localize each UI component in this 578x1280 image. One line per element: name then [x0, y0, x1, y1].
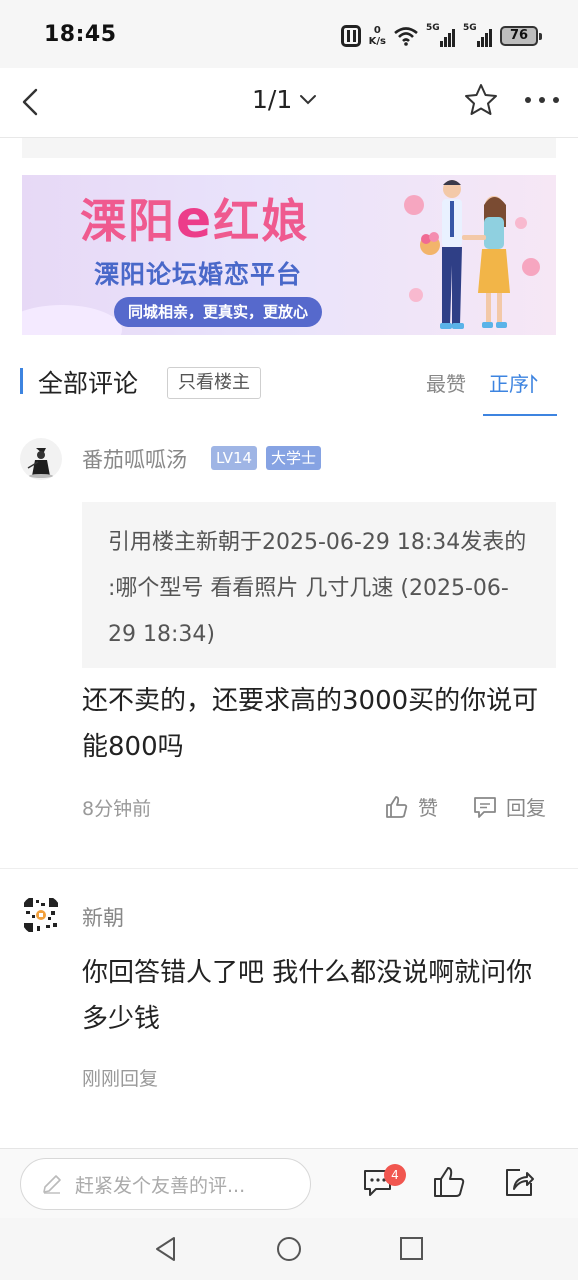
like-label: 赞	[418, 796, 438, 820]
comment-username[interactable]: 番茄呱呱汤	[82, 444, 187, 474]
banner-title: 溧阳e红娘	[80, 185, 309, 251]
star-icon[interactable]	[462, 81, 500, 119]
home-circle-icon[interactable]	[275, 1235, 303, 1263]
bottom-action-bar: 赶紧发个友善的评... 4	[0, 1148, 578, 1218]
level-badge: LV14	[211, 446, 258, 470]
ad-banner[interactable]: 溧阳e红娘 溧阳论坛婚恋平台 同城相亲，更真实，更放心	[22, 175, 556, 335]
comment-input-placeholder: 赶紧发个友善的评...	[75, 1174, 246, 1197]
status-icons: 0 K/s 5G 5G 76	[340, 22, 542, 50]
avatar[interactable]	[20, 894, 62, 936]
banner-subtitle: 溧阳论坛婚恋平台	[94, 260, 303, 289]
top-nav-bar: 1/1	[0, 68, 578, 138]
more-icon[interactable]	[522, 90, 562, 110]
sim2-label: 5G	[463, 23, 477, 33]
comment-username[interactable]: 新朝	[82, 902, 124, 932]
thumb-up-icon	[386, 795, 408, 818]
quoted-post[interactable]: 引用楼主新朝于2025-06-29 18:34发表的 :哪个型号 看看照片 几寸…	[82, 502, 556, 668]
banner-title-e: e	[176, 190, 214, 250]
like-button[interactable]: 赞	[384, 792, 438, 821]
comment-text: 你回答错人了吧 我什么都没说啊就问你多少钱	[82, 958, 533, 1034]
reply-icon	[474, 796, 496, 818]
recents-square-icon[interactable]	[398, 1235, 426, 1263]
sort-asc-label: 正序	[489, 372, 529, 396]
comment-divider	[0, 868, 578, 869]
battery-icon: 76	[500, 26, 542, 46]
comment-time: 刚刚回复	[82, 1068, 159, 1090]
comment-time: 8分钟前	[82, 798, 152, 820]
previous-content-card	[22, 138, 556, 158]
pencil-icon	[43, 1175, 61, 1194]
comment-input[interactable]: 赶紧发个友善的评...	[20, 1158, 311, 1210]
rank-badge: 大学士	[266, 446, 322, 470]
page-indicator: 1/1	[252, 85, 293, 114]
sort-hot-tab[interactable]: 最赞	[426, 368, 466, 397]
nfc-icon	[340, 25, 361, 47]
sort-asc-tab[interactable]: 正序	[489, 368, 539, 397]
section-marker	[20, 368, 23, 394]
reply-button[interactable]: 回复	[472, 792, 546, 821]
signal-icon-2: 5G	[463, 23, 492, 47]
comment-text: 还不卖的，还要求高的3000买的你说可能800吗	[82, 686, 539, 762]
comment-count-badge: 4	[384, 1164, 406, 1186]
avatar[interactable]	[20, 438, 62, 480]
network-speed-value: 0	[373, 25, 381, 36]
page-selector[interactable]: 1/1	[252, 85, 318, 114]
share-icon[interactable]	[502, 1165, 536, 1199]
network-speed: 0 K/s	[369, 25, 386, 47]
system-nav-bar	[0, 1218, 578, 1280]
network-speed-unit: K/s	[368, 36, 386, 47]
comments-title: 全部评论	[38, 369, 139, 398]
comments-header: 全部评论 只看楼主 最赞 正序	[0, 360, 578, 416]
banner-title-part1: 溧阳	[80, 194, 176, 248]
banner-pill: 同城相亲，更真实，更放心	[114, 297, 323, 327]
back-arrow-icon[interactable]	[14, 82, 54, 122]
op-only-button[interactable]: 只看楼主	[167, 367, 261, 399]
comment-item: 新朝 你回答错人了吧 我什么都没说啊就问你多少钱 刚刚回复	[0, 880, 578, 1130]
banner-cloud-decoration	[22, 305, 122, 335]
status-time: 18:45	[44, 22, 117, 47]
banner-title-part2: 红娘	[213, 194, 310, 248]
comment-item: 番茄呱呱汤 LV14 大学士 引用楼主新朝于2025-06-29 18:34发表…	[0, 430, 578, 870]
wifi-icon	[394, 27, 418, 46]
reply-label: 回复	[506, 796, 546, 820]
status-bar: 18:45 0 K/s 5G 5G 76	[0, 0, 578, 68]
sort-arrow-icon	[531, 374, 538, 393]
signal-icon: 5G	[426, 23, 455, 47]
active-tab-underline	[483, 414, 557, 416]
chevron-down-icon	[300, 94, 317, 104]
sim1-label: 5G	[426, 23, 440, 33]
back-triangle-icon[interactable]	[152, 1235, 180, 1263]
couple-illustration	[404, 180, 540, 329]
thumb-up-icon[interactable]	[432, 1165, 466, 1199]
